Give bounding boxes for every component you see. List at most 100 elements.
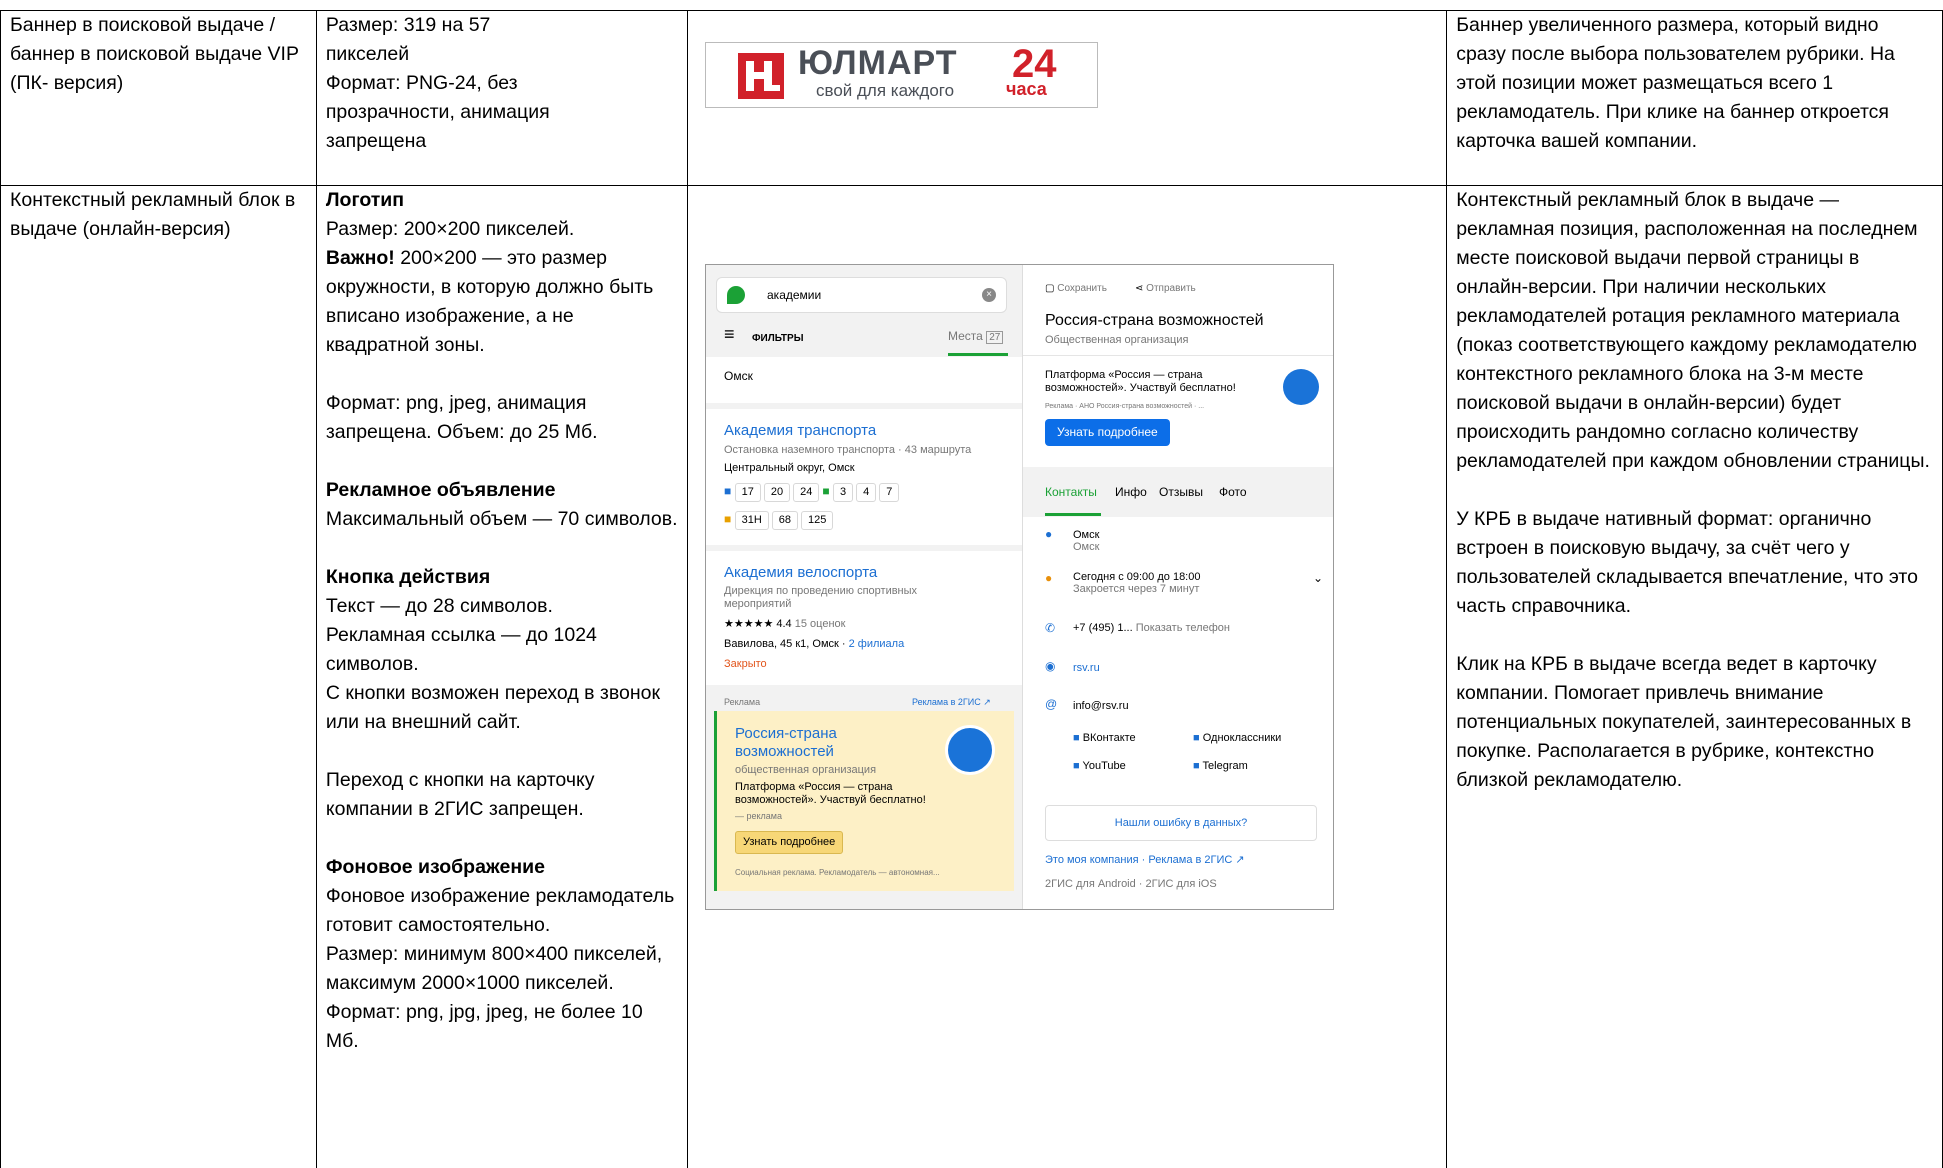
card-phone: +7 (495) 1...	[1073, 622, 1133, 634]
card-closes: Закроется через 7 минут	[1073, 583, 1200, 595]
filters-button[interactable]: ФИЛЬТРЫ	[752, 331, 803, 346]
result-item[interactable]: Омск	[706, 357, 1022, 409]
placement-name: Баннер в поисковой выдаче / баннер в пои…	[10, 14, 299, 94]
description-text: Клик на КРБ в выдаче всегда ведет в карт…	[1456, 653, 1912, 791]
tab-reviews[interactable]: Отзывы	[1159, 485, 1203, 500]
my-company-link[interactable]: Это моя компания	[1045, 854, 1139, 866]
result-title[interactable]: Академия велоспорта	[724, 565, 877, 580]
ad-label: Реклама	[724, 697, 761, 707]
active-tab-underline	[1045, 513, 1101, 516]
cell-requirements: Размер: 319 на 57 пикселей Формат: PNG-2…	[315, 10, 688, 186]
search-value: академии	[767, 288, 822, 302]
tab-contacts[interactable]: Контакты	[1045, 485, 1097, 500]
req-line: запрещена	[325, 130, 427, 152]
save-button[interactable]: ▢ Сохранить	[1045, 281, 1107, 296]
banner-tagline-2: часа	[1006, 79, 1047, 99]
route-chip: 3	[832, 483, 854, 502]
banner-brand: ЮЛМАРТ	[798, 44, 958, 82]
ad-2gis-link[interactable]: Реклама в 2ГИС ↗	[1148, 854, 1244, 866]
branches-link[interactable]: 2 филиала	[849, 638, 905, 650]
route-chip: 24	[793, 483, 820, 502]
ad-card[interactable]: Россия-страна возможностей общественная …	[714, 711, 1014, 891]
show-phone-link[interactable]: Показать телефон	[1136, 622, 1230, 634]
important-note: Важно! 200×200 — это размер окружности, …	[326, 244, 678, 360]
logo-format: Формат: png, jpeg, анимация запрещена. О…	[325, 392, 598, 443]
tram-icon: ■	[822, 484, 830, 498]
places-label: Места	[948, 329, 983, 343]
tab-photos[interactable]: Фото	[1219, 485, 1247, 500]
company-logo	[1283, 369, 1319, 405]
search-input[interactable]: академии ×	[716, 277, 1007, 313]
map-pin-icon	[727, 286, 745, 304]
social-telegram[interactable]: ■ Telegram	[1193, 759, 1248, 774]
active-tab-underline	[948, 353, 1008, 356]
report-error-button[interactable]: Нашли ошибку в данных?	[1045, 805, 1317, 841]
tab-info[interactable]: Инфо	[1115, 485, 1147, 500]
save-label: Сохранить	[1057, 283, 1107, 294]
route-chip: 7	[879, 483, 900, 502]
page: Баннер в поисковой выдаче / баннер в пои…	[0, 0, 1943, 1168]
telegram-icon: ■	[1193, 760, 1200, 772]
clear-icon[interactable]: ×	[982, 288, 996, 302]
divider	[1023, 355, 1333, 356]
social-youtube[interactable]: ■ YouTube	[1073, 759, 1126, 774]
rating-stars: ★★★★★	[724, 618, 774, 630]
route-chip: 31Н	[734, 511, 769, 530]
card-email[interactable]: info@rsv.ru	[1073, 699, 1129, 714]
route-chips: ■ 17 20 24 ■ 347	[724, 483, 902, 502]
cell-placement-name: Контекстный рекламный блок в выдаче (онл…	[0, 185, 317, 1168]
company-title: Россия-страна возможностей	[1045, 312, 1264, 329]
route-chip: 68	[771, 511, 799, 530]
ad-cta-button[interactable]: Узнать подробнее	[735, 831, 844, 854]
ad-title[interactable]: Россия-страна возможностей	[735, 725, 915, 761]
banner-example: ЮЛМАРТ 24 свой для каждого часа	[705, 42, 1098, 108]
ad-link[interactable]: Реклама в 2ГИС ↗	[912, 695, 991, 710]
cta-heading: Кнопка действия	[325, 566, 491, 588]
social-label: Одноклассники	[1202, 732, 1282, 744]
bus-icon: ■	[724, 512, 732, 526]
ad-note: — реклама	[735, 811, 782, 821]
card-region: Омск	[1073, 541, 1100, 553]
logo-size: Размер: 200×200 пикселей.	[325, 218, 575, 240]
route-chip: 20	[763, 483, 791, 502]
promo-text: Платформа «Россия — страна возможностей»…	[1045, 369, 1236, 394]
promo-note: Реклама · АНО Россия-страна возможностей…	[1045, 403, 1205, 410]
result-item[interactable]: Академия транспорта Остановка наземного …	[706, 403, 1022, 551]
card-hours: Сегодня с 09:00 до 18:00	[1073, 571, 1201, 583]
places-count: 27	[986, 331, 1004, 344]
logo-heading: Логотип	[325, 189, 405, 211]
result-desc: Дирекция по проведению спортивных меропр…	[724, 585, 918, 610]
result-district: Центральный округ, Омск	[724, 462, 855, 474]
bg-text: Фоновое изображение рекламодатель готови…	[325, 885, 675, 936]
ok-icon: ■	[1193, 732, 1200, 744]
cell-description: Контекстный рекламный блок в выдаче — ре…	[1446, 185, 1943, 1168]
card-cta-button[interactable]: Узнать подробнее	[1045, 419, 1170, 446]
result-title[interactable]: Академия транспорта	[724, 423, 876, 438]
result-item[interactable]: Академия велоспорта Дирекция по проведен…	[706, 545, 1022, 685]
hours-block[interactable]: Сегодня с 09:00 до 18:00 Закроется через …	[1073, 571, 1200, 595]
bg-size: Размер: минимум 800×400 пикселей, максим…	[325, 943, 663, 994]
email-icon: @	[1045, 697, 1058, 711]
result-routes: 43 маршрута	[904, 444, 972, 456]
social-label: YouTube	[1082, 760, 1126, 772]
important-label: Важно!	[325, 247, 395, 269]
social-ok[interactable]: ■ Одноклассники	[1193, 731, 1281, 746]
cta-text: Текст — до 28 символов.	[325, 595, 553, 617]
chevron-down-icon[interactable]: ⌄	[1313, 571, 1323, 586]
ad-logo	[945, 725, 995, 775]
share-icon: ⋖	[1135, 283, 1144, 294]
ad-text: Максимальный объем — 70 символов.	[325, 508, 678, 530]
banner-tagline: свой для каждого	[816, 81, 955, 100]
card-site[interactable]: rsv.ru	[1073, 661, 1100, 676]
req-line: прозрачности, анимация	[325, 101, 550, 123]
ad-disclaimer: Социальная реклама. Рекламодатель — авто…	[735, 868, 940, 877]
ad-subtitle: общественная организация	[735, 764, 877, 776]
social-vk[interactable]: ■ ВКонтакте	[1073, 731, 1136, 746]
filter-icon: ≡	[724, 324, 735, 344]
share-button[interactable]: ⋖ Отправить	[1135, 281, 1196, 296]
card-city: Омск	[1073, 529, 1100, 541]
vk-icon: ■	[1073, 732, 1080, 744]
apps-links[interactable]: 2ГИС для Android · 2ГИС для iOS	[1045, 877, 1217, 892]
bg-heading: Фоновое изображение	[325, 856, 545, 878]
places-tab[interactable]: Места 27	[948, 329, 1004, 345]
